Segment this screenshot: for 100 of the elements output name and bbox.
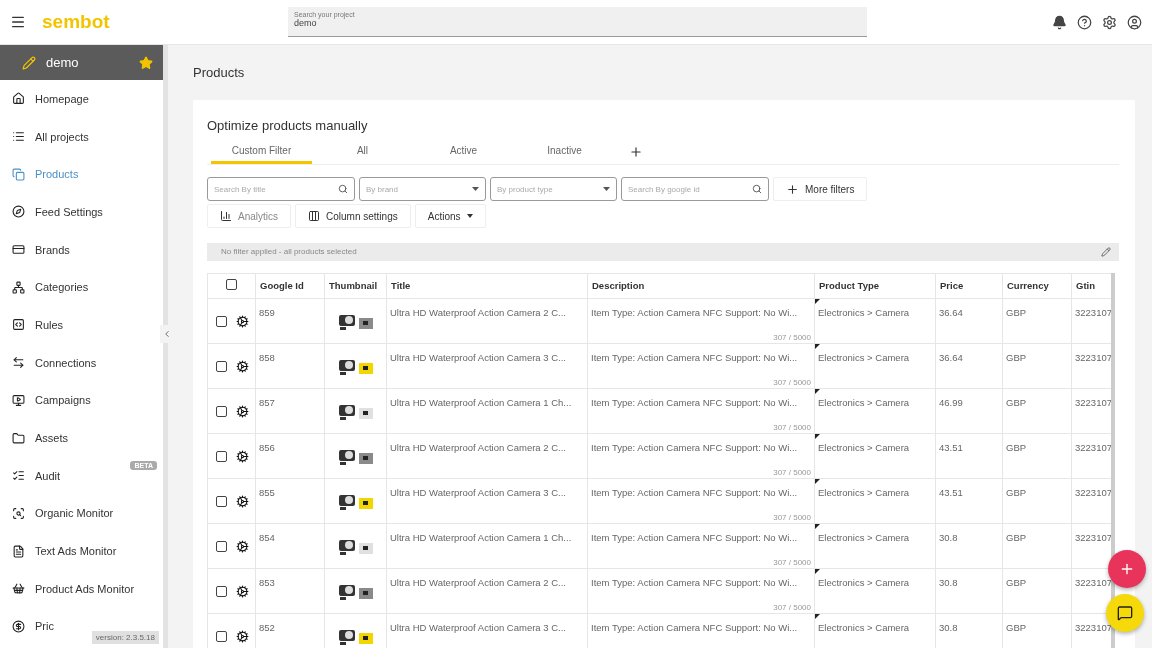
nav-item[interactable]: Products — [0, 155, 163, 194]
nav-item[interactable]: All projects — [0, 117, 163, 156]
row-checkbox[interactable] — [216, 495, 227, 507]
table-cell: Item Type: Action Camera NFC Support: No Wi... — [591, 621, 798, 633]
chevron-left-icon — [162, 329, 172, 339]
logo: sembot — [42, 11, 111, 33]
nav-item[interactable]: Campaigns — [0, 381, 163, 420]
gear-icon[interactable] — [236, 404, 249, 418]
add-tab-button[interactable] — [629, 144, 643, 159]
nav-item[interactable]: Categories — [0, 268, 163, 307]
project-name: demo — [46, 55, 80, 70]
more-filters-button[interactable]: More filters — [773, 177, 868, 201]
page-title: Products — [193, 65, 246, 80]
character-counter: 307 / 5000 — [773, 332, 811, 342]
menu-icon[interactable] — [10, 14, 26, 30]
table-cell: Electronics > Camera — [818, 306, 910, 318]
toolbar-button[interactable]: Actions — [414, 204, 486, 228]
table-cell: 36.64 — [935, 343, 1003, 388]
gear-icon[interactable] — [236, 584, 249, 598]
table-cell: 859 — [255, 298, 325, 343]
row-checkbox[interactable] — [216, 360, 227, 372]
column-header[interactable]: Product Type — [814, 273, 936, 298]
table-cell: Electronics > Camera — [818, 576, 910, 588]
nav-item[interactable]: Connections — [0, 343, 163, 382]
column-header[interactable]: Description — [587, 273, 815, 298]
filter-tab[interactable]: All — [312, 139, 413, 164]
filter-tab[interactable]: Active — [413, 139, 514, 164]
gear-icon[interactable] — [236, 359, 249, 373]
filter-tab[interactable]: Custom Filter — [211, 139, 312, 164]
nav-item[interactable]: Assets — [0, 419, 163, 457]
star-icon[interactable] — [139, 55, 153, 70]
column-header[interactable]: Gtin — [1071, 273, 1111, 298]
nav-item[interactable]: Product Ads Monitor — [0, 569, 163, 608]
coin-icon — [12, 619, 25, 633]
table-cell: 43.51 — [935, 478, 1003, 523]
corner-marker-icon — [815, 524, 820, 529]
caret-icon — [472, 187, 479, 191]
table-cell: 853 — [255, 568, 325, 613]
table-cell: GBP — [1002, 433, 1072, 478]
column-header[interactable]: Google Id — [255, 273, 325, 298]
table-cell: Electronics > Camera — [818, 486, 910, 498]
table-cell: 857 — [255, 388, 325, 433]
plus-icon — [786, 182, 799, 196]
gear-icon[interactable] — [236, 539, 249, 553]
nav-item[interactable]: Text Ads Monitor — [0, 532, 163, 570]
table-cell: 858 — [255, 343, 325, 388]
card-icon — [12, 243, 25, 257]
pencil-icon[interactable] — [1101, 246, 1111, 257]
column-header[interactable]: Currency — [1002, 273, 1072, 298]
table-cell: 855 — [255, 478, 325, 523]
row-checkbox[interactable] — [216, 540, 227, 552]
table-cell: Electronics > Camera — [818, 621, 910, 633]
checklist-icon — [12, 469, 25, 483]
filter-tab[interactable]: Inactive — [514, 139, 615, 164]
table-cell: Electronics > Camera — [818, 351, 910, 363]
column-header[interactable]: Title — [386, 273, 588, 298]
character-counter: 307 / 5000 — [773, 602, 811, 612]
chart-icon — [220, 210, 232, 222]
table-cell: Item Type: Action Camera NFC Support: No Wi... — [591, 441, 798, 453]
row-checkbox[interactable] — [216, 585, 227, 597]
corner-marker-icon — [815, 389, 820, 394]
monitor-icon — [12, 393, 25, 407]
table-cell: 36.64 — [935, 298, 1003, 343]
column-header[interactable]: Thumbnail — [324, 273, 387, 298]
hierarchy-icon — [12, 280, 25, 294]
gear-icon[interactable] — [236, 314, 249, 328]
nav-item[interactable]: Brands — [0, 230, 163, 269]
copy-icon — [12, 167, 25, 181]
corner-marker-icon — [815, 614, 820, 619]
code-icon — [12, 318, 25, 332]
nav-item[interactable]: Feed Settings — [0, 193, 163, 231]
help-icon[interactable] — [1077, 14, 1092, 30]
nav-item[interactable]: Rules — [0, 306, 163, 344]
row-checkbox[interactable] — [216, 315, 227, 327]
gear-icon[interactable] — [236, 494, 249, 508]
settings-icon[interactable] — [1102, 14, 1117, 30]
home-icon — [12, 92, 25, 106]
table-cell: Ultra HD Waterproof Action Camera 2 C... — [386, 433, 588, 478]
table-cell: Item Type: Action Camera NFC Support: No Wi... — [591, 396, 798, 408]
row-checkbox[interactable] — [216, 405, 227, 417]
panel-title: Optimize products manually — [207, 118, 369, 133]
table-cell: Electronics > Camera — [818, 531, 910, 543]
folder-icon — [12, 431, 25, 445]
search-icon — [338, 184, 348, 194]
gear-icon[interactable] — [236, 449, 249, 463]
bell-icon[interactable] — [1052, 14, 1067, 30]
nav-item[interactable]: Pric — [0, 607, 66, 646]
row-checkbox[interactable] — [216, 450, 227, 462]
nav-item[interactable]: Homepage — [0, 80, 163, 118]
table-cell: GBP — [1002, 568, 1072, 613]
table-cell: GBP — [1002, 478, 1072, 523]
nav-item[interactable]: Organic Monitor — [0, 494, 163, 533]
user-icon[interactable] — [1127, 14, 1142, 30]
row-checkbox[interactable] — [216, 630, 227, 642]
toolbar-button[interactable]: Column settings — [295, 204, 411, 228]
chat-icon — [1117, 605, 1133, 621]
select-all-checkbox[interactable] — [226, 279, 237, 290]
column-header[interactable]: Price — [935, 273, 1003, 298]
character-counter: 307 / 5000 — [773, 467, 811, 477]
gear-icon[interactable] — [236, 629, 249, 643]
